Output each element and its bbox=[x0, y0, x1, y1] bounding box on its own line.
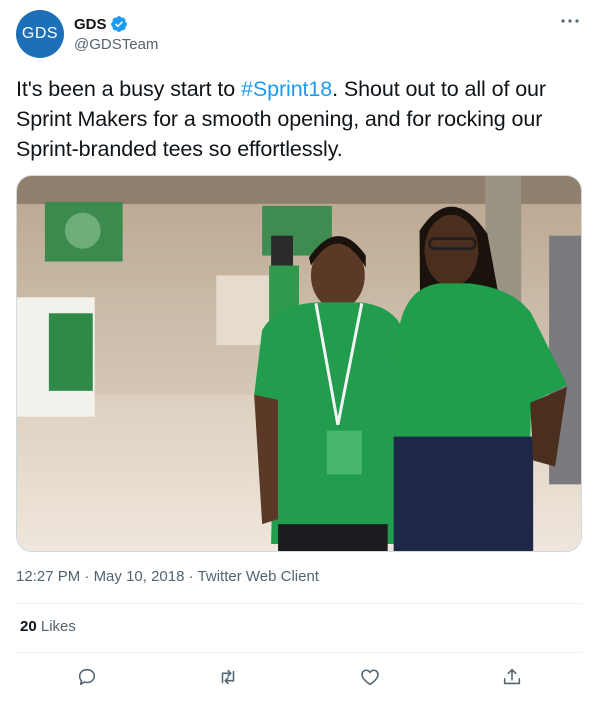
tweet-time[interactable]: 12:27 PM bbox=[16, 568, 80, 585]
more-options-icon[interactable] bbox=[558, 12, 582, 30]
retweet-icon bbox=[221, 669, 235, 685]
handle[interactable]: @GDSTeam bbox=[74, 36, 158, 53]
photo-illustration bbox=[17, 176, 581, 551]
meta-separator-2: · bbox=[188, 568, 194, 585]
share-button[interactable] bbox=[497, 662, 527, 692]
likes-stat[interactable]: 20 Likes bbox=[20, 618, 76, 635]
avatar-text: GDS bbox=[21, 25, 59, 42]
retweet-button[interactable] bbox=[213, 662, 243, 692]
display-name[interactable]: GDS bbox=[74, 16, 107, 33]
likes-label: Likes bbox=[40, 618, 76, 635]
action-bar bbox=[16, 662, 582, 692]
likes-count: 20 bbox=[20, 618, 37, 635]
tweet-text: It's been a busy start to #Sprint18. Sho… bbox=[16, 74, 582, 164]
tweet-date[interactable]: May 10, 2018 bbox=[94, 568, 185, 585]
tweet-meta: 12:27 PM · May 10, 2018 · Twitter Web Cl… bbox=[16, 568, 319, 585]
avatar[interactable]: GDS bbox=[16, 10, 64, 58]
tweet-text-before: It's been a busy start to bbox=[16, 77, 241, 101]
share-icon bbox=[503, 668, 521, 685]
hashtag-link[interactable]: #Sprint18 bbox=[241, 77, 332, 101]
reply-icon bbox=[78, 668, 96, 686]
reply-button[interactable] bbox=[72, 662, 102, 692]
name-row: GDS bbox=[74, 15, 158, 33]
verified-badge-icon bbox=[110, 16, 127, 32]
tweet-header: GDS GDS @GDSTeam bbox=[16, 10, 582, 60]
author-names: GDS @GDSTeam bbox=[74, 15, 158, 54]
meta-separator-1: · bbox=[84, 568, 90, 585]
tweet-client[interactable]: Twitter Web Client bbox=[198, 568, 319, 585]
divider-top bbox=[16, 603, 582, 604]
heart-icon bbox=[361, 669, 379, 686]
tweet-photo[interactable] bbox=[16, 175, 582, 552]
tweet-card: GDS GDS @GDSTeam It's been a busy start … bbox=[0, 0, 598, 701]
divider-bottom bbox=[16, 652, 582, 653]
like-button[interactable] bbox=[355, 662, 385, 692]
